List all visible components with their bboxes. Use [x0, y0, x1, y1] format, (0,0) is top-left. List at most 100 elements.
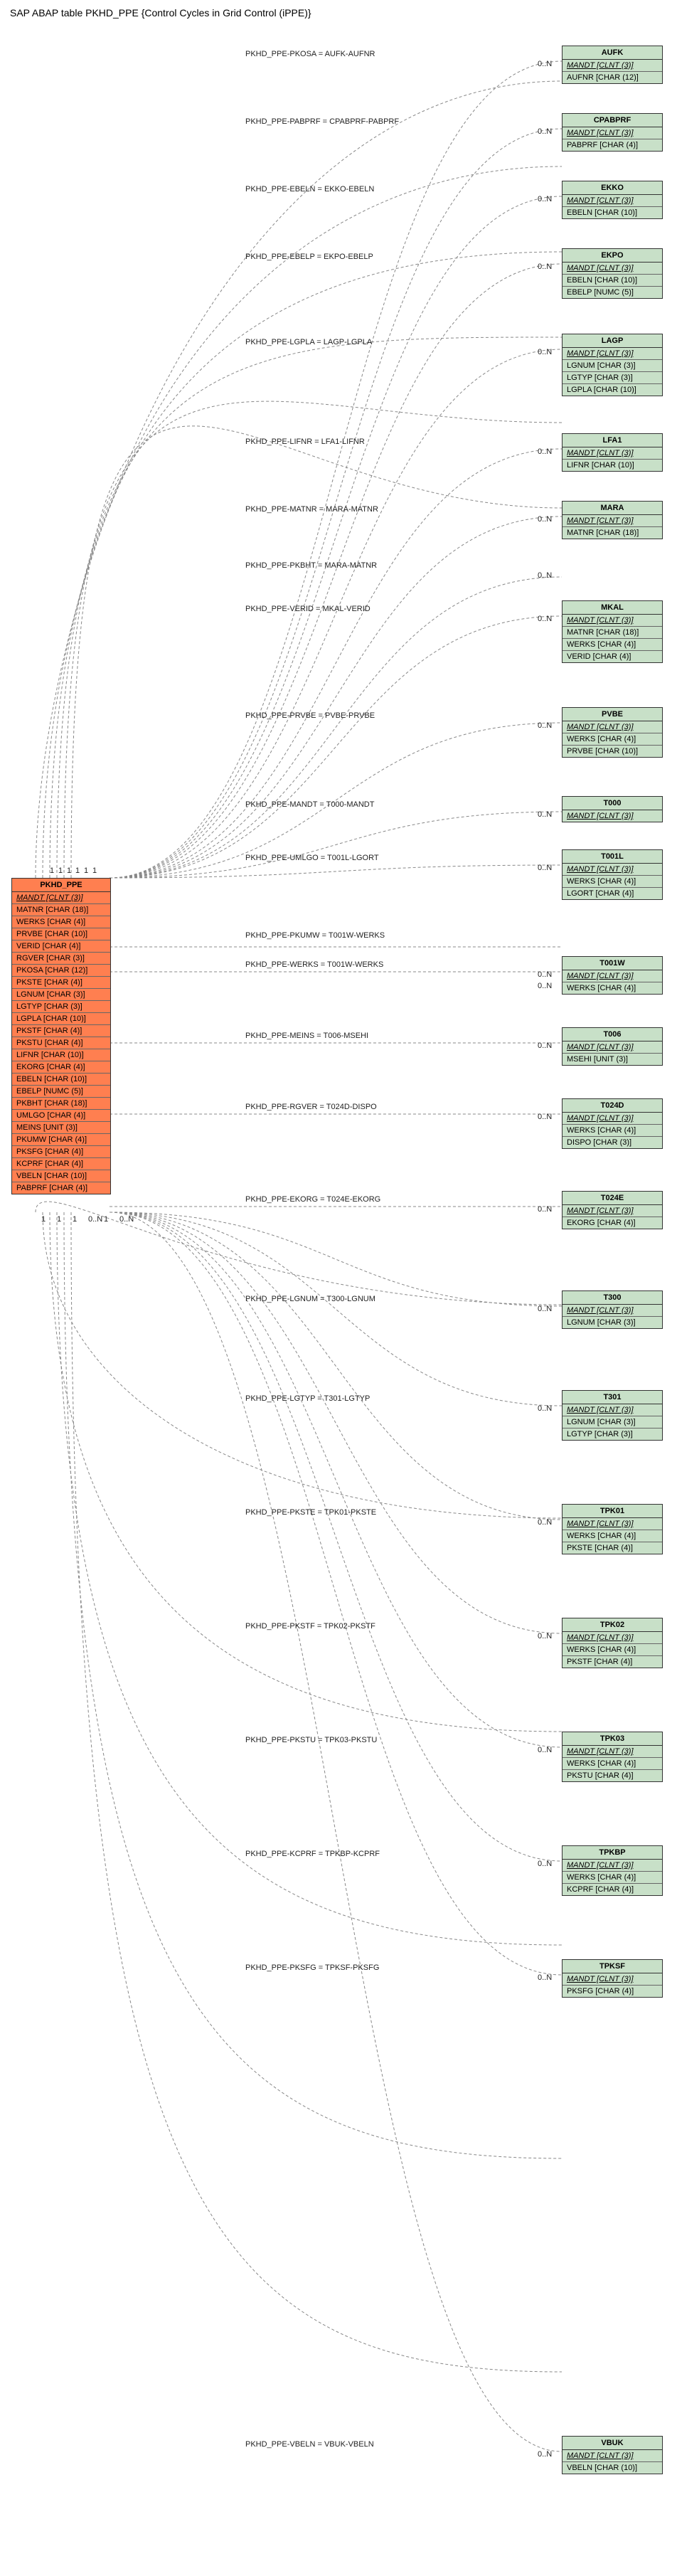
- entity-field: MANDT [CLNT (3)]: [563, 1205, 662, 1217]
- edge-label: PKHD_PPE-PRVBE = PVBE-PRVBE: [245, 711, 375, 720]
- entity-field: MANDT [CLNT (3)]: [563, 1860, 662, 1872]
- entity-mkal: MKALMANDT [CLNT (3)]MATNR [CHAR (18)]WER…: [562, 600, 663, 663]
- entity-field: PKSTF [CHAR (4)]: [563, 1656, 662, 1668]
- entity-t001l: T001LMANDT [CLNT (3)]WERKS [CHAR (4)]LGO…: [562, 849, 663, 900]
- entity-field: WERKS [CHAR (4)]: [563, 639, 662, 651]
- entity-field: LGORT [CHAR (4)]: [563, 888, 662, 899]
- entity-main-field: LIFNR [CHAR (10)]: [12, 1049, 110, 1061]
- cardinality-target: 0..N: [538, 1205, 552, 1214]
- entity-lagp: LAGPMANDT [CLNT (3)]LGNUM [CHAR (3)]LGTY…: [562, 334, 663, 396]
- cardinality-target: 0..N: [538, 60, 552, 68]
- entity-cpabprf: CPABPRFMANDT [CLNT (3)]PABPRF [CHAR (4)]: [562, 113, 663, 152]
- entity-header: MKAL: [563, 601, 662, 615]
- entity-field: PABPRF [CHAR (4)]: [563, 139, 662, 151]
- entity-t300: T300MANDT [CLNT (3)]LGNUM [CHAR (3)]: [562, 1290, 663, 1329]
- cardinality-source: 1: [75, 866, 80, 875]
- entity-field: WERKS [CHAR (4)]: [563, 733, 662, 746]
- cardinality-target: 0..N: [538, 810, 552, 819]
- entity-field: MANDT [CLNT (3)]: [563, 2450, 662, 2462]
- edge-label: PKHD_PPE-EKORG = T024E-EKORG: [245, 1195, 380, 1204]
- edge-label: PKHD_PPE-EBELP = EKPO-EBELP: [245, 253, 373, 261]
- entity-header: T001L: [563, 850, 662, 864]
- entity-main-field: PKSTU [CHAR (4)]: [12, 1037, 110, 1049]
- entity-field: MANDT [CLNT (3)]: [563, 864, 662, 876]
- cardinality-target: 0..N: [538, 195, 552, 203]
- entity-field: MANDT [CLNT (3)]: [563, 263, 662, 275]
- cardinality-target: 0..N: [538, 864, 552, 872]
- entity-header: VBUK: [563, 2437, 662, 2450]
- cardinality-target: 0..N: [538, 982, 552, 990]
- entity-main-field: EKORG [CHAR (4)]: [12, 1061, 110, 1074]
- entity-header: T300: [563, 1291, 662, 1305]
- entity-field: VERID [CHAR (4)]: [563, 651, 662, 662]
- edge-label: PKHD_PPE-LGNUM = T300-LGNUM: [245, 1295, 375, 1303]
- cardinality-target: 0..N: [538, 447, 552, 456]
- entity-main-field: PABPRF [CHAR (4)]: [12, 1182, 110, 1194]
- entity-main: PKHD_PPE MANDT [CLNT (3)]MATNR [CHAR (18…: [11, 878, 111, 1194]
- edge-label: PKHD_PPE-PKSTU = TPK03-PKSTU: [245, 1736, 377, 1744]
- edge-label: PKHD_PPE-LGPLA = LAGP-LGPLA: [245, 338, 372, 346]
- entity-field: MANDT [CLNT (3)]: [563, 721, 662, 733]
- edge-label: PKHD_PPE-PABPRF = CPABPRF-PABPRF: [245, 117, 399, 126]
- entity-header: TPKBP: [563, 1846, 662, 1860]
- entity-header: LAGP: [563, 334, 662, 348]
- entity-header: EKKO: [563, 181, 662, 195]
- entity-main-field: RGVER [CHAR (3)]: [12, 953, 110, 965]
- entity-field: EKORG [CHAR (4)]: [563, 1217, 662, 1229]
- cardinality-source: 1: [104, 1215, 108, 1224]
- cardinality-target: 0..N: [538, 721, 552, 730]
- entity-field: MANDT [CLNT (3)]: [563, 970, 662, 982]
- entity-header: TPKSF: [563, 1960, 662, 1973]
- entity-header: T006: [563, 1028, 662, 1041]
- cardinality-target: 0..N: [538, 515, 552, 524]
- entity-main-field: PKUMW [CHAR (4)]: [12, 1134, 110, 1146]
- entity-header: AUFK: [563, 46, 662, 60]
- entity-field: WERKS [CHAR (4)]: [563, 1125, 662, 1137]
- cardinality-target: 0..N: [538, 1746, 552, 1754]
- entity-field: MANDT [CLNT (3)]: [563, 195, 662, 207]
- entity-field: LIFNR [CHAR (10)]: [563, 460, 662, 471]
- cardinality-target: 0..N: [538, 1973, 552, 1982]
- entity-field: MANDT [CLNT (3)]: [563, 1973, 662, 1986]
- entity-main-field: LGNUM [CHAR (3)]: [12, 989, 110, 1001]
- entity-ekko: EKKOMANDT [CLNT (3)]EBELN [CHAR (10)]: [562, 181, 663, 219]
- edge-label: PKHD_PPE-VERID = MKAL-VERID: [245, 605, 371, 613]
- cardinality-target: 0..N: [538, 1860, 552, 1868]
- cardinality-target: 0..N: [538, 1632, 552, 1641]
- entity-field: MANDT [CLNT (3)]: [563, 348, 662, 360]
- entity-field: MANDT [CLNT (3)]: [563, 447, 662, 460]
- edge-label: PKHD_PPE-PKOSA = AUFK-AUFNR: [245, 50, 375, 58]
- entity-field: WERKS [CHAR (4)]: [563, 876, 662, 888]
- cardinality-source: 1: [92, 866, 97, 875]
- entity-main-field: MEINS [UNIT (3)]: [12, 1122, 110, 1134]
- entity-t024d: T024DMANDT [CLNT (3)]WERKS [CHAR (4)]DIS…: [562, 1098, 663, 1149]
- cardinality-source: 0..N: [119, 1215, 134, 1224]
- entity-field: MANDT [CLNT (3)]: [563, 1041, 662, 1054]
- entity-main-field: PKBHT [CHAR (18)]: [12, 1098, 110, 1110]
- entity-field: MATNR [CHAR (18)]: [563, 627, 662, 639]
- entity-main-field: VBELN [CHAR (10)]: [12, 1170, 110, 1182]
- entity-main-field: PKSTE [CHAR (4)]: [12, 977, 110, 989]
- entity-lfa1: LFA1MANDT [CLNT (3)]LIFNR [CHAR (10)]: [562, 433, 663, 472]
- entity-main-field: PRVBE [CHAR (10)]: [12, 928, 110, 940]
- entity-main-header: PKHD_PPE: [12, 879, 110, 892]
- entity-header: LFA1: [563, 434, 662, 447]
- entity-field: MANDT [CLNT (3)]: [563, 1746, 662, 1758]
- entity-t001w: T001WMANDT [CLNT (3)]WERKS [CHAR (4)]: [562, 956, 663, 995]
- entity-field: MATNR [CHAR (18)]: [563, 527, 662, 539]
- entity-field: EBELP [NUMC (5)]: [563, 287, 662, 298]
- entity-t024e: T024EMANDT [CLNT (3)]EKORG [CHAR (4)]: [562, 1191, 663, 1229]
- entity-field: MANDT [CLNT (3)]: [563, 810, 662, 822]
- entity-field: MANDT [CLNT (3)]: [563, 1113, 662, 1125]
- entity-main-field: PKOSA [CHAR (12)]: [12, 965, 110, 977]
- edge-label: PKHD_PPE-WERKS = T001W-WERKS: [245, 960, 383, 969]
- entity-tpksf: TPKSFMANDT [CLNT (3)]PKSFG [CHAR (4)]: [562, 1959, 663, 1998]
- cardinality-source: 1: [73, 1215, 77, 1224]
- edge-label: PKHD_PPE-MEINS = T006-MSEHI: [245, 1032, 368, 1040]
- edge-label: PKHD_PPE-VBELN = VBUK-VBELN: [245, 2440, 374, 2449]
- entity-field: PKSTE [CHAR (4)]: [563, 1542, 662, 1554]
- entity-field: MANDT [CLNT (3)]: [563, 1404, 662, 1416]
- entity-header: PVBE: [563, 708, 662, 721]
- entity-field: LGNUM [CHAR (3)]: [563, 1416, 662, 1429]
- entity-t301: T301MANDT [CLNT (3)]LGNUM [CHAR (3)]LGTY…: [562, 1390, 663, 1441]
